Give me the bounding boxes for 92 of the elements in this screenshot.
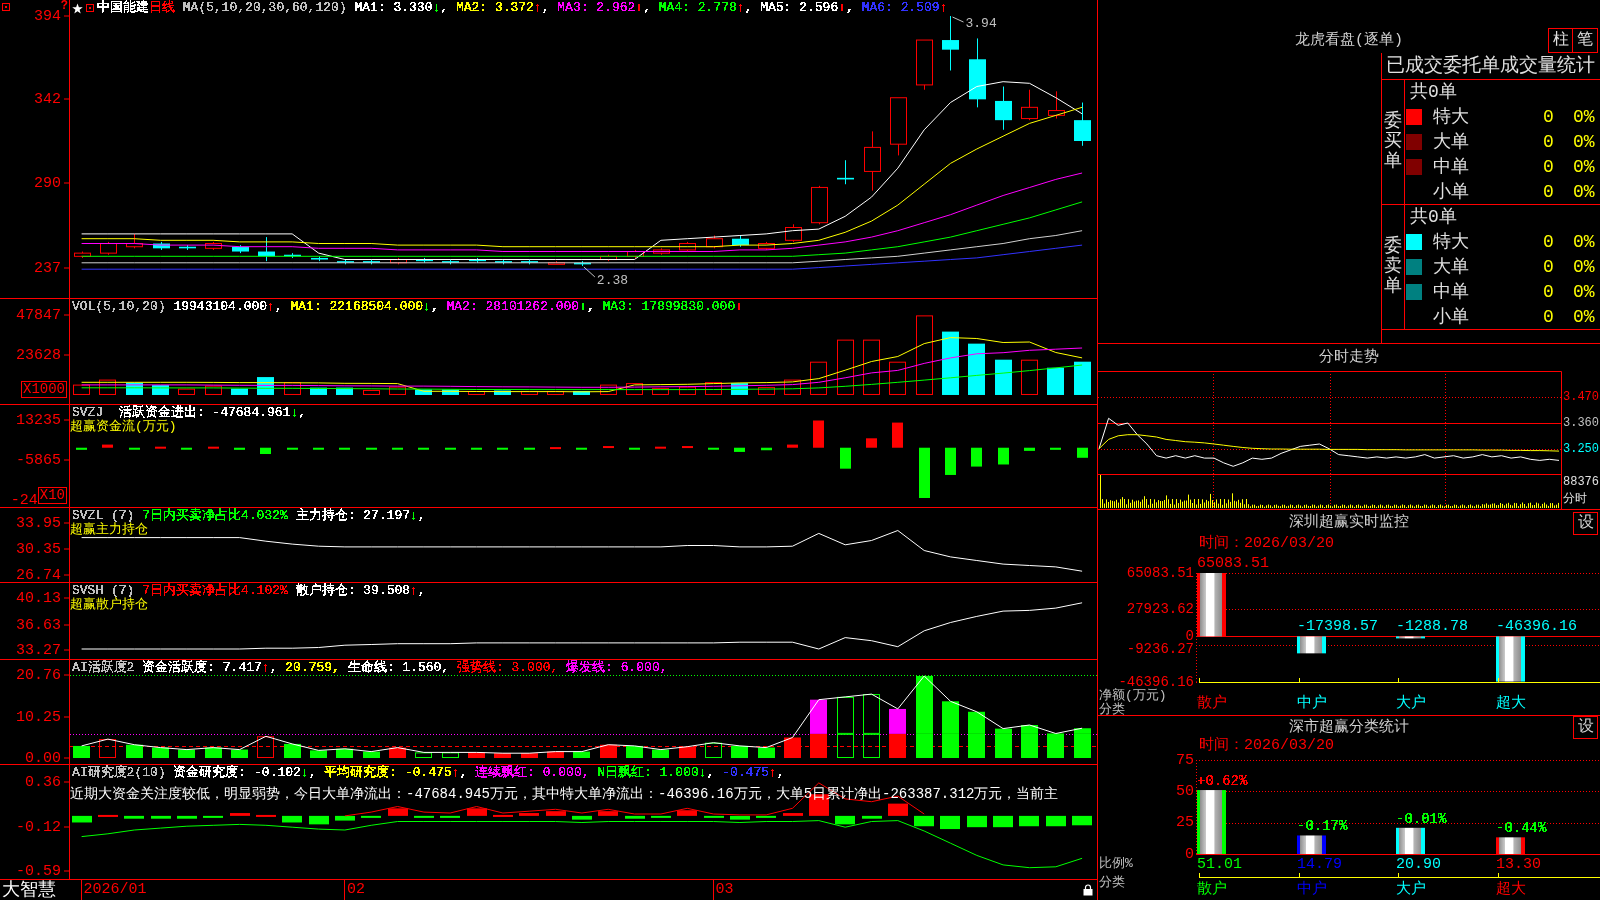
order-size-label: 特大 [1432,230,1470,253]
date-axis-label: 03 [712,880,734,900]
date-axis-label: 2026/01 [80,880,147,900]
change-percent-label: -0.17% [1297,818,1348,835]
indicator-legend: SVZL (7) 7日内买卖净占比4.032% 主力持仓: 27.197↓, [72,509,426,523]
axis-caption: 净额(万元) [1099,687,1167,703]
bar-value-label: -46396.16 [1496,617,1577,635]
indicator-legend: AI研究度2(10) 资金研究度: -0.102↓, 平均研究度: -0.475↑, 连续飘红: 0.000, N日飘红: 1.000↓, -0.475↑, [72,766,785,780]
indicator-legend: SVZJ 活跃资金进出: -47684.961↓, [72,406,307,420]
order-percent: 0% [1573,155,1596,178]
group-label: 委买单 [1384,112,1402,172]
period-label: 分时 [1563,492,1587,506]
axis-tick-label: -24 [10,493,38,508]
order-size-label: 大单 [1432,255,1470,278]
category-label: 中户 [1297,880,1327,898]
group-label: 委卖单 [1384,237,1402,297]
order-count: 0 [1543,180,1555,203]
order-percent: 0% [1573,105,1596,128]
axis-caption: 分类 [1099,874,1125,890]
indicator-legend: SVSH (7) 7日内买卖净占比4.102% 散户持仓: 39.508↑, [72,584,426,598]
order-size-label: 特大 [1432,105,1470,128]
indicator-legend: 中国能建 日线 MA(5,10,20,30,60,120) MA1: 3.330↓, MA2: 3.372↑, MA3: 2.962↑, MA4: 2.778↑, MA5: 2.596↑, MA6: 2.509↑ [97,1,948,15]
order-size-label: 小单 [1432,305,1470,328]
bar-value-label: 14.79 [1297,855,1342,873]
axis-tick-label: 27923.62 [1126,601,1194,618]
order-count: 0 [1543,230,1555,253]
axis-tick-label: 3.250 [1563,442,1599,456]
axis-tick-label: 65083.51 [1126,565,1194,581]
category-label: 散户 [1197,880,1227,898]
indicator-legend: AI活跃度2 资金活跃度: 7.417↑, 20.759, 生命线: 1.560, 强势线: 3.000, 爆发线: 6.000, [72,661,668,675]
scale-factor-label: X1000 [21,381,67,398]
axis-tick-label: -46396.16 [1118,673,1194,690]
axis-caption: 分类 [1099,701,1125,715]
section-title: 分时走势 [1319,347,1379,368]
order-percent: 0% [1573,255,1596,278]
axis-tick-label: 20.76 [16,667,69,682]
indicator-legend: VOL(5,10,20) 19943104.000↑, MA1: 22168504.000↓, MA2: 28101262.000↓, MA3: 17899830.000↑ [72,300,743,314]
category-label: 超大 [1496,694,1526,712]
indicator-caption: 超赢主力持仓 [70,523,148,537]
order-percent: 0% [1573,180,1596,203]
bar-value-label: -1288.78 [1396,617,1468,635]
price-annotation: 2.38 [596,272,629,288]
axis-tick-label: 26.74 [16,567,69,582]
order-count: 0 [1543,255,1555,278]
order-percent: 0% [1573,130,1596,153]
axis-tick-label: 36.63 [16,617,69,632]
indicator-caption: 超赢散户持仓 [70,598,148,612]
axis-caption: 比例% [1099,855,1133,871]
order-size-label: 小单 [1432,180,1470,203]
category-label: 超大 [1496,880,1526,898]
category-label: 散户 [1197,694,1227,712]
order-count: 0 [1543,105,1555,128]
order-count: 0 [1543,305,1555,328]
axis-tick-label: 0 [1185,845,1194,863]
bar-value-label: 65083.51 [1197,554,1269,572]
order-size-label: 大单 [1432,130,1470,153]
bar-value-label: -17398.57 [1297,617,1378,635]
date-axis-label: 02 [343,880,365,900]
order-count: 0 [1543,155,1555,178]
category-label: 大户 [1396,694,1426,712]
order-percent: 0% [1573,230,1596,253]
axis-tick-label: -9236.27 [1126,641,1194,658]
volume-axis-label: 88376 [1563,475,1599,489]
order-size-label: 中单 [1432,155,1470,178]
bar-value-label: 51.01 [1197,855,1242,873]
order-percent: 0% [1573,280,1596,303]
brand-label: 大智慧 [1,880,56,900]
axis-tick-label: 3.360 [1563,416,1599,430]
axis-tick-label: 3.470 [1563,390,1599,404]
timestamp-label: 时间：2026/03/20 [1198,535,1335,552]
category-label: 大户 [1396,880,1426,898]
change-percent-label: +0.62% [1197,773,1248,790]
bar-value-label: 20.90 [1396,855,1441,873]
category-label: 中户 [1297,694,1327,712]
order-size-label: 中单 [1432,280,1470,303]
panel-title: 深圳超赢实时监控 [1289,513,1409,532]
axis-tick-label: 25 [1176,814,1194,832]
order-percent: 0% [1573,305,1596,328]
axis-tick-label: 75 [1176,753,1194,769]
price-annotation: 3.94 [965,16,997,31]
order-count: 0 [1543,280,1555,303]
order-count: 0 [1543,130,1555,153]
scale-factor-label: X10 [37,487,67,504]
change-percent-label: -0.44% [1496,820,1547,837]
change-percent-label: -0.01% [1396,810,1447,827]
table-title: 已成交委托单成交量统计 [1382,53,1600,80]
order-total: 共0单 [1409,206,1458,229]
panel-title: 深市超赢分类统计 [1289,718,1409,737]
axis-tick-label: 50 [1176,782,1194,800]
order-total: 共0单 [1409,81,1458,104]
bar-value-label: 13.30 [1496,855,1541,873]
panel-title: 龙虎看盘(逐单) [1295,32,1403,50]
